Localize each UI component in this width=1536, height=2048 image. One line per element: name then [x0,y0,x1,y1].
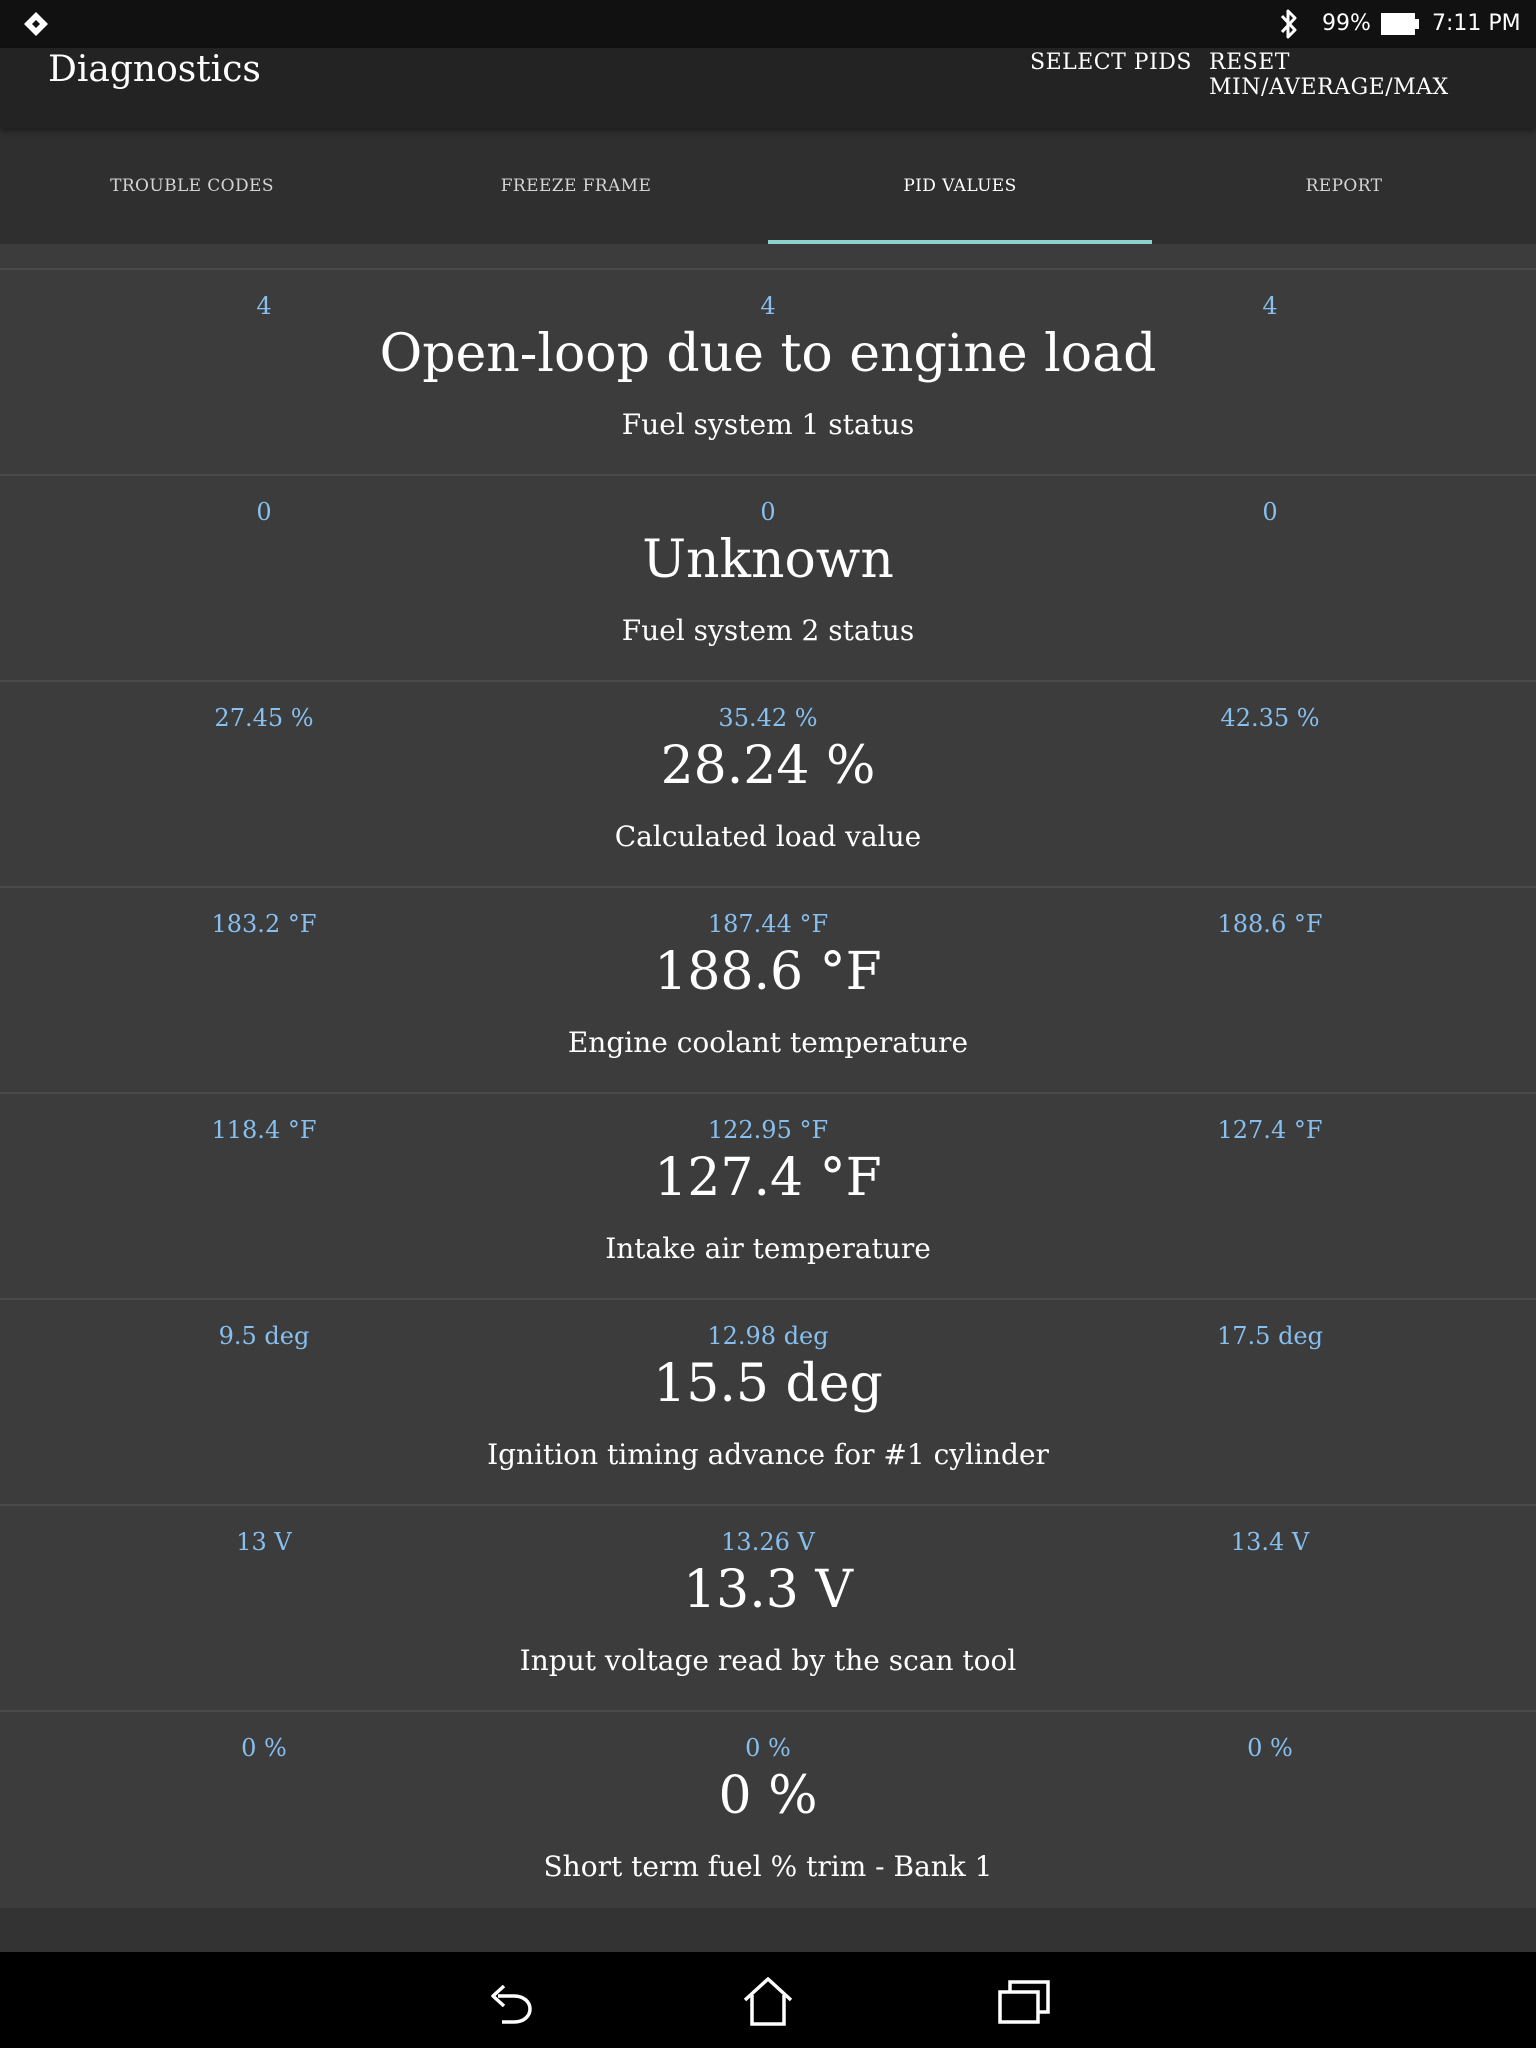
bluetooth-icon [1280,9,1297,39]
pid-row[interactable]: 183.2 °F 187.44 °F 188.6 °F 188.6 °F Eng… [0,886,1536,1092]
navigation-bar [0,1952,1536,2048]
pid-name: Fuel system 2 status [621,614,915,647]
tab-trouble-codes[interactable]: TROUBLE CODES [0,128,384,244]
battery-icon [1381,13,1419,35]
pid-average-value: 187.44 °F [707,910,829,938]
pid-name: Short term fuel % trim - Bank 1 [543,1850,993,1883]
pid-current-value: 28.24 % [660,736,876,796]
pid-max-value: 0 % [1247,1734,1293,1762]
reset-min-average-max-button[interactable]: RESET MIN/AVERAGE/MAX [1209,50,1536,100]
pid-current-value: 0 % [718,1766,818,1826]
pid-row[interactable]: 9.5 deg 12.98 deg 17.5 deg 15.5 deg Igni… [0,1298,1536,1504]
pid-average-value: 122.95 °F [707,1116,829,1144]
pid-average-value: 12.98 deg [707,1322,829,1350]
pid-row[interactable]: 4 4 4 Open-loop due to engine load Fuel … [0,268,1536,474]
pid-max-value: 4 [1262,292,1278,320]
pid-name: Calculated load value [614,820,922,853]
pid-current-value: 13.3 V [683,1560,853,1620]
pid-name: Intake air temperature [605,1232,931,1265]
pid-name: Input voltage read by the scan tool [519,1644,1017,1677]
pid-row[interactable]: 0 % 0 % 0 % 0 % Short term fuel % trim -… [0,1710,1536,1918]
pid-name: Engine coolant temperature [567,1026,969,1059]
pid-max-value: 42.35 % [1220,704,1320,732]
tab-report[interactable]: REPORT [1152,128,1536,244]
pid-max-value: 17.5 deg [1217,1322,1323,1350]
pid-average-value: 0 [760,498,776,526]
pid-current-value: 127.4 °F [654,1148,882,1208]
pid-row[interactable]: 13 V 13.26 V 13.4 V 13.3 V Input voltage… [0,1504,1536,1710]
pid-min-value: 0 [256,498,272,526]
pid-max-value: 13.4 V [1230,1528,1310,1556]
status-bar: 99% 7:11 PM [0,0,1536,48]
active-tab-indicator [768,240,1152,244]
pid-min-value: 13 V [236,1528,292,1556]
pid-min-value: 118.4 °F [211,1116,317,1144]
app-bar: Diagnostics SELECT PIDS RESET MIN/AVERAG… [0,48,1536,128]
back-icon[interactable] [484,1974,540,2028]
recent-apps-icon[interactable] [996,1974,1052,2028]
pid-min-value: 4 [256,292,272,320]
select-pids-button[interactable]: SELECT PIDS [1030,50,1192,75]
pid-average-value: 13.26 V [721,1528,815,1556]
battery-percent: 99% [1322,11,1371,36]
pid-name: Fuel system 1 status [621,408,915,441]
clock: 7:11 PM [1432,11,1521,36]
pid-current-value: Unknown [642,530,894,590]
pid-max-value: 188.6 °F [1217,910,1323,938]
pid-average-value: 35.42 % [718,704,818,732]
pid-row[interactable]: 118.4 °F 122.95 °F 127.4 °F 127.4 °F Int… [0,1092,1536,1298]
home-icon[interactable] [740,1974,796,2028]
pid-min-value: 27.45 % [214,704,314,732]
pid-average-value: 0 % [745,1734,791,1762]
pid-min-value: 0 % [241,1734,287,1762]
tab-bar: TROUBLE CODES FREEZE FRAME PID VALUES RE… [0,128,1536,244]
pid-row[interactable]: 0 0 0 Unknown Fuel system 2 status [0,474,1536,680]
pid-current-value: Open-loop due to engine load [379,324,1157,384]
pid-min-value: 183.2 °F [211,910,317,938]
pid-name: Ignition timing advance for #1 cylinder [487,1438,1049,1471]
list-footer [0,1908,1536,1952]
tab-pid-values[interactable]: PID VALUES [768,128,1152,244]
app-logo-icon [24,12,48,36]
pid-max-value: 127.4 °F [1217,1116,1323,1144]
page-title: Diagnostics [48,49,261,90]
pid-current-value: 188.6 °F [654,942,882,1002]
pid-values-list[interactable]: 4 4 4 Open-loop due to engine load Fuel … [0,268,1536,1918]
tab-freeze-frame[interactable]: FREEZE FRAME [384,128,768,244]
pid-min-value: 9.5 deg [218,1322,310,1350]
pid-row[interactable]: 27.45 % 35.42 % 42.35 % 28.24 % Calculat… [0,680,1536,886]
pid-current-value: 15.5 deg [653,1354,883,1414]
pid-max-value: 0 [1262,498,1278,526]
pid-average-value: 4 [760,292,776,320]
